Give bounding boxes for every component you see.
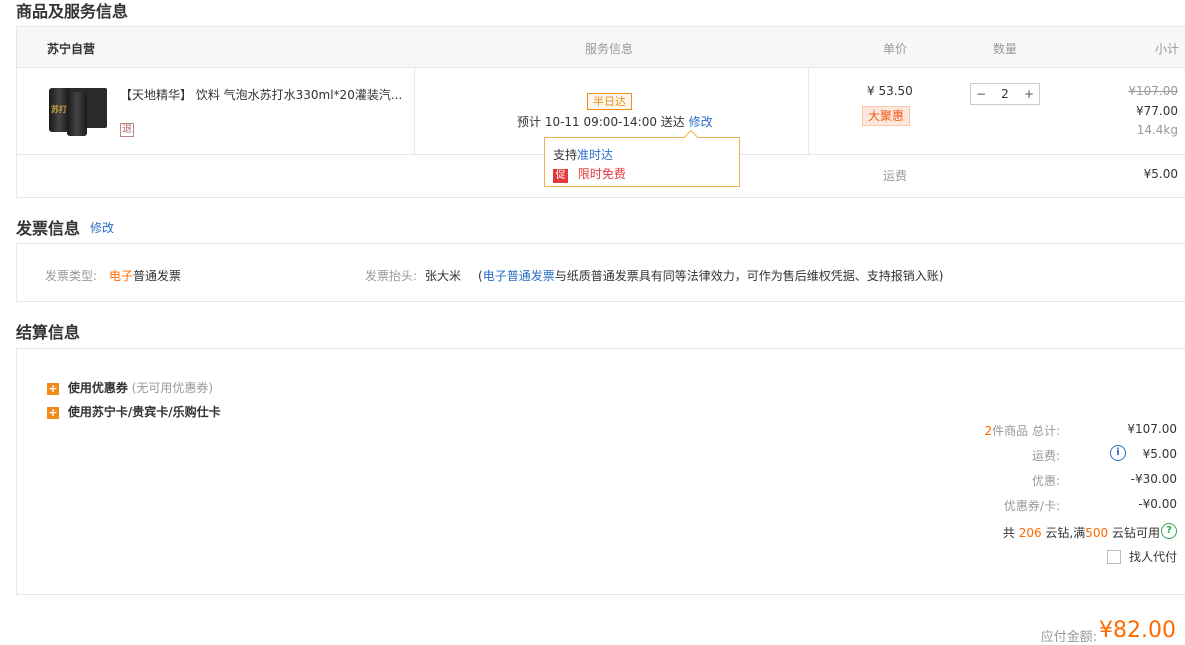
e-invoice-link[interactable]: 电子普通发票	[483, 269, 555, 283]
card-label: 使用苏宁卡/贵宾卡/乐购仕卡	[67, 405, 221, 419]
invoice-note: (电子普通发票与纸质普通发票具有同等法律效力，可作为售后维权凭据、支持报销入账)	[478, 267, 943, 284]
diamond-total: 206	[1018, 526, 1042, 540]
seller-label: 苏宁自营	[47, 42, 96, 56]
invoice-header-value: 张大米	[425, 269, 462, 283]
cloud-diamond-info: 共 206 云钻,满500 云钻可用	[1003, 524, 1160, 541]
shipping-summary-label: 运费:	[1031, 449, 1060, 463]
coupon-card-value: -¥0.00	[1138, 497, 1177, 511]
header-service: 服务信息	[585, 42, 634, 56]
item-subtotal: ¥77.00	[1136, 104, 1178, 118]
column-divider	[808, 68, 809, 154]
item-count-label: 件商品 总计:	[992, 424, 1060, 438]
quantity-stepper: − 2 +	[970, 83, 1040, 105]
expand-plus-icon: +	[47, 406, 59, 419]
item-weight: 14.4kg	[1136, 123, 1178, 137]
product-can-label: 苏打	[51, 105, 67, 114]
goods-table-header: 苏宁自营 服务信息 单价 数量 小计	[17, 27, 1185, 68]
invoice-type: 电子普通发票	[109, 267, 181, 284]
diamond-prefix: 共	[1002, 526, 1015, 540]
delivery-tooltip: 支持准时达 促 限时免费	[544, 129, 740, 187]
header-unit-price: 单价	[883, 42, 908, 56]
item-count-summary: 2件商品 总计:	[985, 422, 1061, 439]
goods-section-title: 商品及服务信息	[16, 2, 129, 21]
return-badge: 退	[120, 123, 134, 137]
promo-icon: 促	[553, 169, 568, 183]
proxy-pay-option[interactable]: 找人代付	[1107, 548, 1177, 565]
diamond-min: 500	[1085, 526, 1109, 540]
invoice-box: 发票类型: 电子普通发票 发票抬头: 张大米 (电子普通发票与纸质普通发票具有同…	[16, 243, 1185, 302]
shipping-label: 运费	[883, 169, 908, 183]
info-icon[interactable]: i	[1110, 445, 1126, 461]
column-divider	[414, 68, 415, 154]
discount-value: -¥30.00	[1130, 472, 1177, 486]
original-subtotal: ¥107.00	[1128, 84, 1178, 98]
half-day-badge: 半日达	[587, 93, 632, 110]
invoice-note-text: 与纸质普通发票具有同等法律效力，可作为售后维权凭据、支持报销入账)	[554, 269, 944, 283]
delivery-estimate: 预计 10-11 09:00-14:00 送达 修改	[517, 113, 713, 130]
proxy-pay-label: 找人代付	[1128, 550, 1177, 564]
goods-total: ¥107.00	[1127, 422, 1177, 436]
product-name-link[interactable]: 【天地精华】 饮料 气泡水苏打水330ml*20灌装汽...	[120, 86, 402, 103]
coupon-label: 使用优惠券	[67, 381, 128, 395]
unit-price: ¥ 53.50	[867, 84, 913, 98]
promo-badge: 大聚惠	[862, 106, 911, 126]
expand-plus-icon: +	[47, 382, 59, 395]
shipping-fee: ¥5.00	[1143, 167, 1178, 181]
delivery-time: 预计 10-11 09:00-14:00 送达	[517, 115, 685, 129]
product-image[interactable]: 苏打	[47, 84, 109, 138]
invoice-type-rest: 普通发票	[133, 269, 182, 283]
promo-free-text: 限时免费	[577, 167, 626, 181]
coupon-note: (无可用优惠券)	[131, 381, 214, 395]
payable-amount: ¥82.00	[1099, 618, 1176, 643]
help-question-icon[interactable]: ?	[1161, 523, 1177, 539]
diamond-suffix: 云钻可用	[1111, 526, 1160, 540]
payable-label: 应付金额:	[1040, 630, 1097, 645]
coupon-toggle[interactable]: + 使用优惠券 (无可用优惠券)	[47, 379, 213, 396]
shipping-summary-value: ¥5.00	[1142, 447, 1177, 461]
diamond-mid: 云钻,满	[1045, 526, 1086, 540]
invoice-modify-link[interactable]: 修改	[90, 219, 114, 236]
settlement-section-title: 结算信息	[16, 323, 81, 342]
quantity-plus-button[interactable]: +	[1019, 87, 1039, 101]
proxy-pay-checkbox[interactable]	[1107, 549, 1122, 564]
invoice-header-label: 发票抬头:	[365, 269, 418, 283]
quantity-value[interactable]: 2	[995, 87, 1015, 101]
card-toggle[interactable]: + 使用苏宁卡/贵宾卡/乐购仕卡	[47, 403, 221, 420]
invoice-type-label: 发票类型:	[45, 269, 98, 283]
item-count: 2	[984, 424, 993, 438]
settlement-box: + 使用优惠券 (无可用优惠券) + 使用苏宁卡/贵宾卡/乐购仕卡 2件商品 总…	[16, 348, 1185, 595]
invoice-type-highlight: 电子	[109, 269, 134, 283]
delivery-modify-link[interactable]: 修改	[689, 115, 713, 129]
header-subtotal: 小计	[1155, 42, 1180, 56]
invoice-section-title: 发票信息	[16, 219, 81, 238]
tooltip-support-label: 支持	[553, 148, 578, 162]
coupon-card-label: 优惠券/卡:	[1003, 499, 1060, 513]
header-quantity: 数量	[993, 42, 1018, 56]
discount-label: 优惠:	[1031, 474, 1060, 488]
quantity-minus-button[interactable]: −	[971, 87, 991, 101]
on-time-link[interactable]: 准时达	[577, 148, 613, 162]
